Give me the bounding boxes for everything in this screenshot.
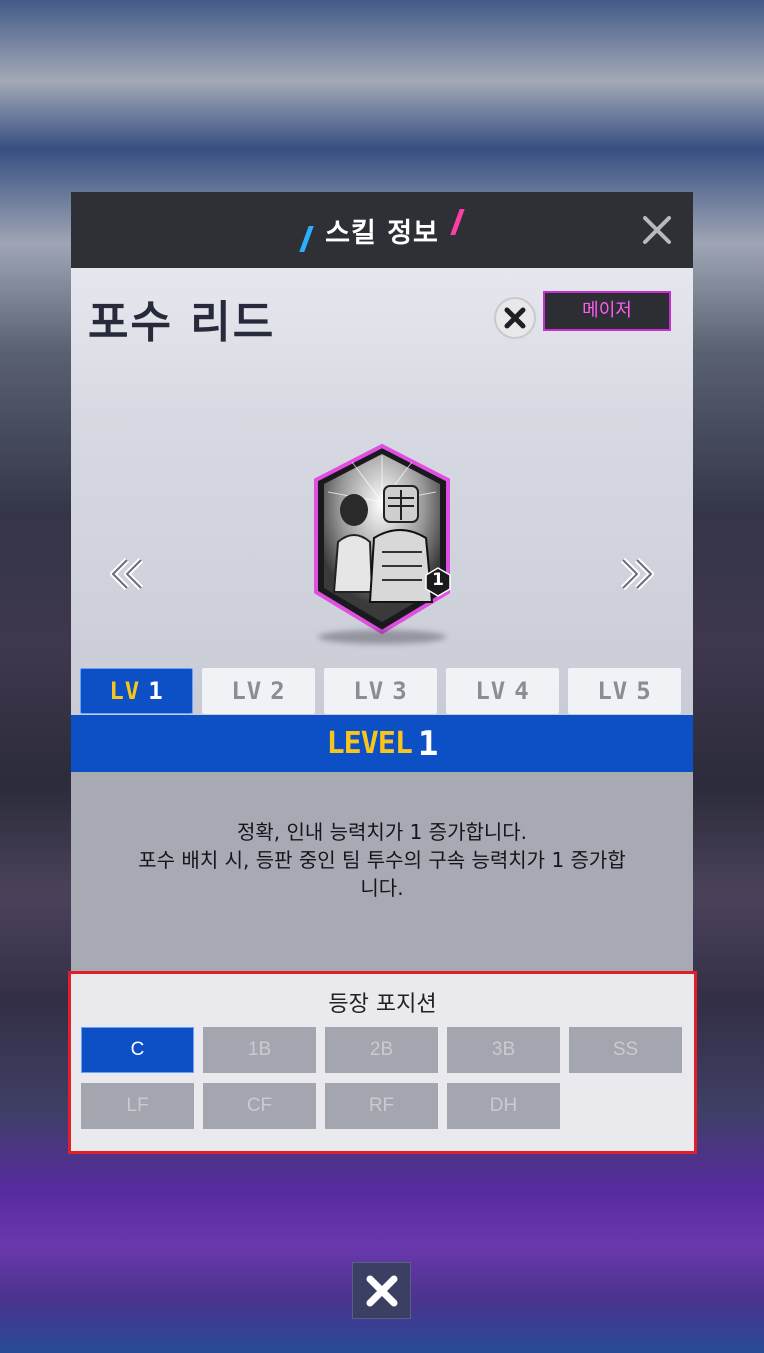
- position-3b: 3B: [447, 1027, 560, 1073]
- card-level-number: 1: [432, 570, 444, 590]
- level-tab-1[interactable]: LV 1: [80, 668, 193, 714]
- double-chevron-right-icon[interactable]: [617, 554, 657, 594]
- appearance-positions-section: 등장 포지션 C 1B 2B 3B SS LF CF RF DH: [68, 971, 697, 1154]
- skill-card: 1: [312, 442, 452, 642]
- close-icon[interactable]: [639, 212, 675, 248]
- position-1b: 1B: [203, 1027, 316, 1073]
- position-dh: DH: [447, 1083, 560, 1129]
- skill-description: 정확, 인내 능력치가 1 증가합니다. 포수 배치 시, 등판 중인 팀 투수…: [132, 818, 632, 902]
- level-tab-2[interactable]: LV 2: [202, 668, 315, 714]
- skill-panel: 포수 리드 메이저 1 LV 1 LV 2 LV 3 LV 4 LV 5: [71, 268, 693, 769]
- position-ss: SS: [569, 1027, 682, 1073]
- position-rf: RF: [325, 1083, 438, 1129]
- card-shadow: [318, 630, 446, 644]
- level-banner: LEVEL 1: [71, 715, 693, 772]
- position-lf: LF: [81, 1083, 194, 1129]
- description-line-2: 포수 배치 시, 등판 중인 팀 투수의 구속 능력치가 1 증가합니다.: [138, 848, 626, 900]
- level-tab-4[interactable]: LV 4: [446, 668, 559, 714]
- close-icon: [366, 1275, 397, 1306]
- skill-type-badge: 메이저: [543, 291, 671, 331]
- skill-description-area: 정확, 인내 능력치가 1 증가합니다. 포수 배치 시, 등판 중인 팀 투수…: [71, 772, 693, 972]
- level-number: 1: [417, 723, 439, 764]
- double-chevron-left-icon[interactable]: [107, 554, 147, 594]
- position-2b: 2B: [325, 1027, 438, 1073]
- position-c: C: [81, 1027, 194, 1073]
- position-cf: CF: [203, 1083, 316, 1129]
- modal-title: 스킬 정보: [325, 217, 439, 249]
- modal-header: 스킬 정보: [71, 192, 693, 268]
- cross-circle-icon: [494, 297, 536, 339]
- title-accent-left: [299, 226, 314, 252]
- positions-title: 등장 포지션: [328, 992, 437, 1017]
- close-button[interactable]: [352, 1262, 411, 1319]
- skill-info-modal: 스킬 정보 포수 리드 메이저 1 LV 1 LV 2 LV 3 LV 4 LV…: [71, 192, 693, 769]
- description-line-1: 정확, 인내 능력치가 1 증가합니다.: [236, 820, 528, 844]
- level-tab-3[interactable]: LV 3: [324, 668, 437, 714]
- positions-grid: C 1B 2B 3B SS LF CF RF DH: [81, 1027, 682, 1139]
- skill-name: 포수 리드: [88, 297, 276, 348]
- title-accent-right: [450, 209, 465, 235]
- level-tab-5[interactable]: LV 5: [568, 668, 681, 714]
- level-label: LEVEL: [326, 726, 413, 761]
